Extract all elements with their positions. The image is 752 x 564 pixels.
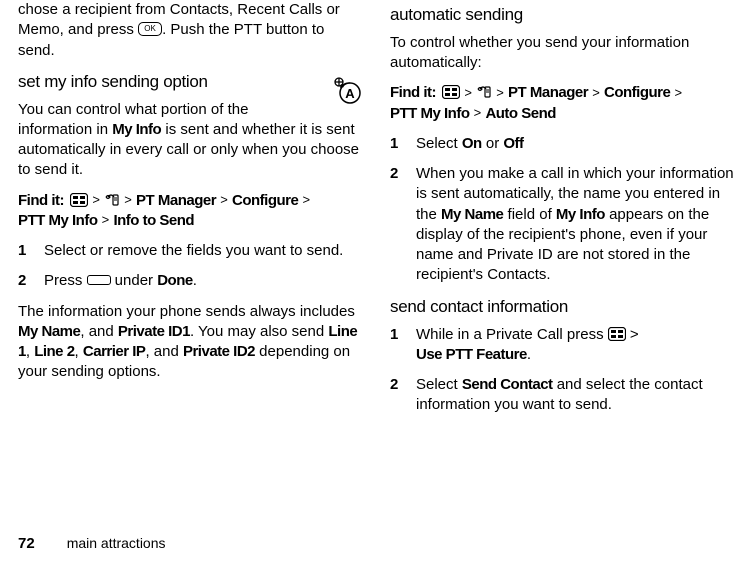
list-item: 1 While in a Private Call press > Use PT… (390, 325, 734, 366)
find-it-path-1: Find it: > > PT Manager > Configure > PT… (18, 191, 362, 232)
list-item: 2 Press under Done. (18, 271, 362, 291)
softkey-icon (87, 275, 111, 285)
list-item: 1 Select On or Off (390, 134, 734, 154)
ptt-key-icon (104, 193, 120, 207)
menu-key-icon (608, 327, 626, 341)
intro-tail: chose a recipient from Contacts, Recent … (18, 0, 362, 61)
footer-section-label: main attractions (67, 535, 166, 551)
auto-sending-desc: To control whether you send your informa… (390, 33, 734, 74)
ptt-key-icon (476, 85, 492, 99)
heading-auto-sending: automatic sending (390, 4, 734, 27)
find-it-path-2: Find it: > > PT Manager > Configure > PT… (390, 83, 734, 124)
sending-includes: The information your phone sends always … (18, 302, 362, 383)
set-my-info-desc: You can control what portion of the info… (18, 100, 362, 181)
auto-send-icon: A (332, 75, 362, 105)
menu-key-icon (442, 85, 460, 99)
menu-key-icon (70, 193, 88, 207)
heading-set-my-info: set my info sending option (18, 71, 362, 94)
list-item: 1 Select or remove the fields you want t… (18, 241, 362, 261)
heading-send-contact: send contact information (390, 296, 734, 319)
svg-text:A: A (345, 86, 355, 101)
page-footer: 72 main attractions (18, 535, 166, 552)
page-number: 72 (18, 535, 35, 552)
list-item: 2 Select Send Contact and select the con… (390, 375, 734, 416)
ok-key-icon: OK (138, 22, 162, 36)
list-item: 2 When you make a call in which your inf… (390, 164, 734, 286)
